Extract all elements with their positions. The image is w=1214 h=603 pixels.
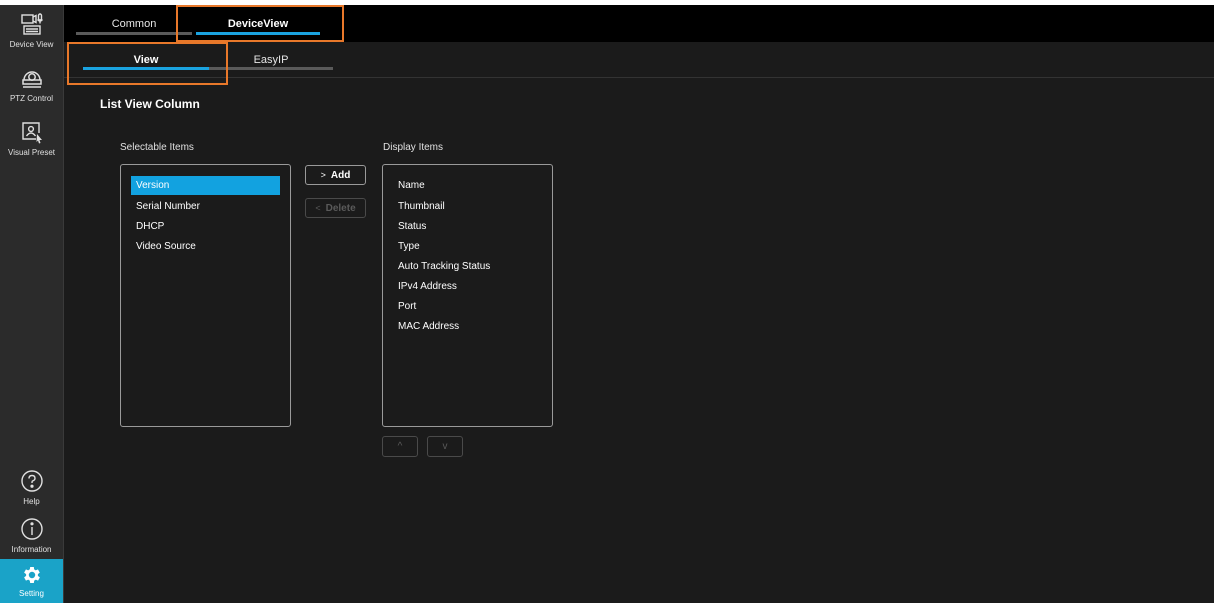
sidebar-item-visual-preset[interactable]: Visual Preset — [0, 113, 63, 167]
ptz-camera-icon — [21, 71, 42, 88]
selectable-items-label: Selectable Items — [120, 142, 194, 153]
chevron-right-icon: > — [320, 170, 326, 180]
move-up-button[interactable]: ^ — [382, 436, 418, 457]
section-title: List View Column — [100, 97, 200, 111]
list-item[interactable]: Type — [393, 237, 542, 256]
visual-preset-icon — [21, 122, 42, 144]
chevron-down-icon: v — [442, 441, 448, 452]
sidebar-item-label: Information — [11, 545, 52, 554]
list-item[interactable]: Video Source — [131, 237, 280, 256]
tab-underline-active — [196, 32, 320, 35]
information-icon — [20, 518, 43, 540]
list-item[interactable]: Auto Tracking Status — [393, 257, 542, 276]
device-view-icon — [20, 13, 43, 35]
list-item[interactable]: Thumbnail — [393, 197, 542, 216]
add-button[interactable]: > Add — [305, 165, 366, 185]
tab-label: Common — [111, 17, 157, 30]
chevron-left-icon: < — [315, 203, 321, 213]
tab-underline — [76, 32, 192, 35]
tab-label: EasyIP — [253, 53, 289, 66]
list-item[interactable]: Port — [393, 297, 542, 316]
list-item[interactable]: DHCP — [131, 217, 280, 236]
add-button-label: Add — [330, 169, 351, 181]
sidebar-item-information[interactable]: Information — [0, 510, 63, 564]
tab-deviceview[interactable]: DeviceView — [190, 5, 326, 42]
sidebar-item-ptz-control[interactable]: PTZ Control — [0, 59, 63, 113]
sidebar-item-help[interactable]: Help — [0, 462, 63, 516]
sidebar-item-setting[interactable]: Setting — [0, 559, 63, 603]
list-item[interactable]: Name — [393, 176, 542, 195]
top-tab-bar: Common DeviceView — [64, 5, 1214, 42]
sidebar: Device View PTZ Control Visual Preset He… — [0, 5, 64, 603]
tab-underline — [209, 67, 333, 70]
sub-tab-bar: View EasyIP — [64, 42, 1214, 78]
list-item[interactable]: Version — [131, 176, 280, 195]
delete-button-label: Delete — [325, 202, 356, 214]
sidebar-item-label: Visual Preset — [8, 148, 55, 157]
delete-button[interactable]: < Delete — [305, 198, 366, 218]
tab-common[interactable]: Common — [70, 5, 198, 42]
display-items-label: Display Items — [383, 142, 444, 153]
sidebar-item-label: PTZ Control — [9, 94, 54, 103]
sidebar-item-label: Device View — [9, 40, 54, 49]
display-items-list[interactable]: Name Thumbnail Status Type Auto Tracking… — [382, 164, 553, 427]
sidebar-item-label: Setting — [19, 589, 44, 598]
move-down-button[interactable]: v — [427, 436, 463, 457]
selectable-items-list[interactable]: Version Serial Number DHCP Video Source — [120, 164, 291, 427]
tab-label: DeviceView — [227, 17, 289, 30]
list-item[interactable]: Status — [393, 217, 542, 236]
help-icon — [20, 470, 43, 492]
tab-underline-active — [83, 67, 209, 70]
list-item[interactable]: IPv4 Address — [393, 277, 542, 296]
sidebar-item-device-view[interactable]: Device View — [0, 5, 63, 59]
list-item[interactable]: MAC Address — [393, 317, 542, 336]
gear-icon — [23, 567, 40, 583]
list-item[interactable]: Serial Number — [131, 197, 280, 216]
tab-label: View — [133, 53, 159, 66]
sidebar-item-label: Help — [23, 497, 40, 506]
chevron-up-icon: ^ — [397, 441, 403, 452]
tab-view[interactable]: View — [83, 42, 209, 77]
tab-easyip[interactable]: EasyIP — [209, 42, 333, 77]
